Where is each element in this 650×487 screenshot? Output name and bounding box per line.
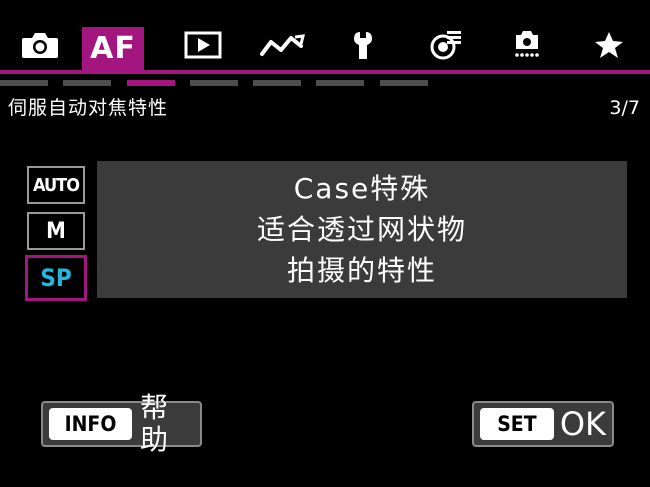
tab-shooting[interactable] bbox=[9, 20, 71, 70]
description-line-1: Case特殊 bbox=[293, 172, 431, 205]
tab-wireless[interactable] bbox=[252, 20, 314, 70]
custom-functions-icon bbox=[430, 31, 461, 60]
tab-sensor[interactable] bbox=[496, 20, 558, 70]
tab-custom-functions[interactable] bbox=[414, 20, 476, 70]
case-auto-button[interactable]: AUTO bbox=[27, 166, 85, 204]
page-dash-active bbox=[127, 80, 175, 86]
case-description-panel: Case特殊 适合透过网状物 拍摄的特性 bbox=[97, 161, 627, 298]
page-number: 3/7 bbox=[609, 97, 640, 119]
wrench-icon bbox=[354, 32, 372, 59]
page-dash bbox=[190, 80, 238, 86]
camera-icon bbox=[22, 33, 58, 58]
ok-button[interactable]: SET OK bbox=[472, 401, 614, 447]
tab-af-label: AF bbox=[90, 31, 136, 66]
page-dash bbox=[63, 80, 111, 86]
camera-sensor-icon bbox=[515, 31, 539, 57]
ok-label: OK bbox=[559, 405, 606, 443]
page-dash bbox=[316, 80, 364, 86]
info-key: INFO bbox=[49, 408, 132, 440]
wireless-icon bbox=[260, 34, 305, 56]
description-line-2: 适合透过网状物 bbox=[256, 213, 467, 246]
case-sp-button[interactable]: SP bbox=[25, 255, 87, 301]
set-key: SET bbox=[480, 408, 554, 440]
page-dash bbox=[380, 80, 428, 86]
tab-af[interactable]: AF bbox=[82, 27, 144, 70]
tab-playback[interactable] bbox=[172, 20, 234, 70]
case-m-button[interactable]: M bbox=[27, 212, 85, 250]
description-line-3: 拍摄的特性 bbox=[286, 254, 437, 287]
play-icon bbox=[184, 31, 222, 59]
tab-setup[interactable] bbox=[334, 20, 396, 70]
star-icon bbox=[595, 32, 623, 58]
tab-my-menu[interactable] bbox=[578, 20, 640, 70]
page-dash bbox=[253, 80, 301, 86]
tab-underline bbox=[0, 70, 650, 74]
menu-title: 伺服自动对焦特性 bbox=[8, 97, 169, 119]
help-button[interactable]: INFO 帮助 bbox=[41, 392, 202, 456]
page-dash bbox=[0, 80, 48, 86]
menu-tab-bar: AF bbox=[0, 20, 650, 70]
help-label: 帮助 bbox=[139, 391, 168, 456]
